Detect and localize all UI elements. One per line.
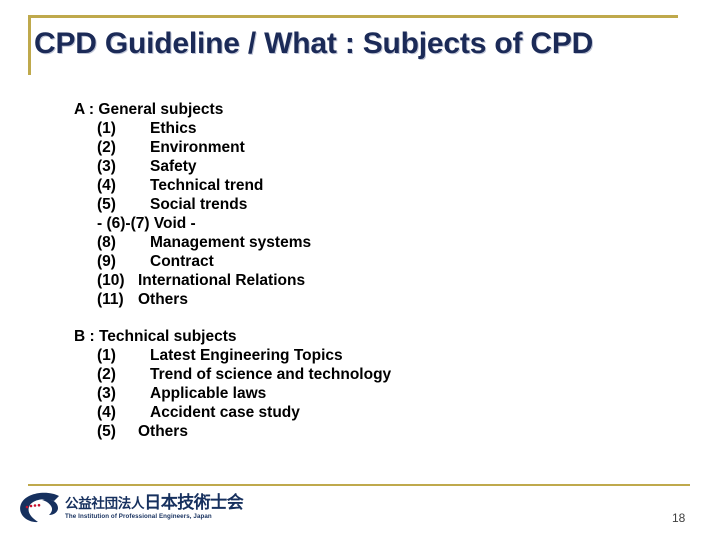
list-item: (3) Applicable laws xyxy=(0,384,720,403)
title-top-rule xyxy=(28,15,678,18)
list-item: (2) Environment xyxy=(0,138,720,157)
item-label: Latest Engineering Topics xyxy=(150,347,343,364)
page-number: 18 xyxy=(672,511,686,525)
list-item: (1) Latest Engineering Topics xyxy=(0,346,720,365)
list-item: (4) Technical trend xyxy=(0,176,720,195)
item-label: Applicable laws xyxy=(150,385,267,402)
item-label: Technical trend xyxy=(150,177,264,194)
logo-japanese-name: 公益社団法人日本技術士会 xyxy=(65,493,244,514)
slide: CPD Guideline / What : Subjects of CPD A… xyxy=(0,0,720,540)
list-item: (2) Trend of science and technology xyxy=(0,365,720,384)
ipej-swoosh-icon xyxy=(18,492,64,524)
item-number: (8) xyxy=(97,234,116,251)
void-note: - (6)-(7) Void - xyxy=(97,215,196,232)
item-label: Others xyxy=(138,291,188,308)
item-label: Contract xyxy=(150,253,214,270)
list-item: (8) Management systems xyxy=(0,233,720,252)
subject-group-b: B : Technical subjects (1) Latest Engine… xyxy=(0,327,720,441)
logo-wordmark: 公益社団法人日本技術士会 The Institution of Professi… xyxy=(65,493,244,521)
logo-english-name: The Institution of Professional Engineer… xyxy=(65,513,212,521)
item-number: (2) xyxy=(97,366,116,383)
item-label: Environment xyxy=(150,139,245,156)
item-number: (4) xyxy=(97,177,116,194)
item-number: (1) xyxy=(97,347,116,364)
item-label: Others xyxy=(138,423,188,440)
list-item: (5) Social trends xyxy=(0,195,720,214)
item-label: Management systems xyxy=(150,234,312,251)
list-item: (5) Others xyxy=(0,422,720,441)
item-label: International Relations xyxy=(138,272,306,289)
logo-jp-main: 日本技術士会 xyxy=(144,493,244,514)
item-label: Social trends xyxy=(150,196,248,213)
slide-body: A : General subjects (1) Ethics (2) Envi… xyxy=(0,100,720,441)
item-number: (3) xyxy=(97,158,116,175)
item-number: (5) xyxy=(97,196,116,213)
subject-group-a: A : General subjects (1) Ethics (2) Envi… xyxy=(0,100,720,309)
organization-logo: 公益社団法人日本技術士会 The Institution of Professi… xyxy=(18,491,244,525)
item-label: Trend of science and technology xyxy=(150,366,392,383)
title-left-rule xyxy=(28,15,31,75)
item-number: (2) xyxy=(97,139,116,156)
page-title: CPD Guideline / What : Subjects of CPD xyxy=(34,27,594,60)
group-a-heading: A : General subjects xyxy=(74,101,224,118)
item-number: (3) xyxy=(97,385,116,402)
item-number: (1) xyxy=(97,120,116,137)
list-item: (1) Ethics xyxy=(0,119,720,138)
item-label: Accident case study xyxy=(150,404,300,421)
list-item: (4) Accident case study xyxy=(0,403,720,422)
item-number: (9) xyxy=(97,253,116,270)
item-number: (11) xyxy=(97,291,124,308)
list-item: (3) Safety xyxy=(0,157,720,176)
item-number: (5) xyxy=(97,423,116,440)
list-item: (9) Contract xyxy=(0,252,720,271)
item-label: Safety xyxy=(150,158,197,175)
item-label: Ethics xyxy=(150,120,197,137)
item-number: (10) xyxy=(97,272,125,289)
footer-rule xyxy=(28,484,690,486)
list-item: (10) International Relations xyxy=(0,271,720,290)
group-b-heading: B : Technical subjects xyxy=(74,328,237,345)
logo-jp-prefix: 公益社団法人 xyxy=(65,496,145,513)
item-number: (4) xyxy=(97,404,116,421)
list-item: (11) Others xyxy=(0,290,720,309)
